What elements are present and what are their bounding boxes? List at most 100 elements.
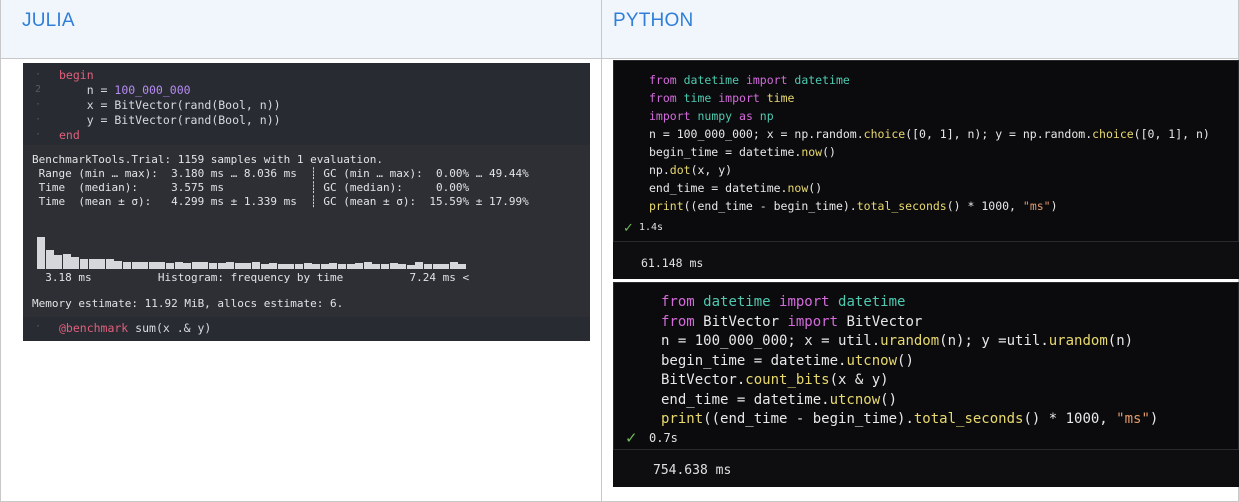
histogram-bar — [140, 262, 149, 269]
code-token: from — [661, 294, 704, 310]
histogram-bar — [148, 262, 157, 269]
histogram-bar — [260, 263, 269, 269]
histogram-bar — [45, 250, 54, 269]
column-divider — [601, 0, 602, 502]
code-token: begin_time = datetime. — [649, 145, 802, 159]
histogram-bar — [209, 262, 217, 269]
code-token: choice — [863, 127, 906, 141]
histogram-bar — [114, 260, 123, 269]
julia-code-text: n = 100_000_000 — [59, 82, 191, 98]
python-code-line: from datetime import datetime — [661, 293, 905, 312]
code-token: BitVector. — [661, 372, 746, 388]
code-token: choice — [1092, 127, 1134, 141]
python-bitvector-exec-time: 0.7s — [649, 431, 678, 445]
julia-benchmark-output: BenchmarkTools.Trial: 1159 samples with … — [23, 145, 590, 317]
histogram-bar — [320, 263, 329, 269]
histogram-bar — [217, 262, 226, 269]
code-token: ((end_time - begin_time). — [703, 411, 914, 427]
python-code-line: import numpy as np — [649, 107, 774, 125]
code-token: datetime — [703, 294, 780, 310]
julia-gutter: · — [35, 99, 42, 110]
histogram-bar — [303, 262, 312, 269]
histogram-bar — [234, 262, 243, 269]
histogram-bar — [200, 262, 209, 269]
code-token: datetime — [683, 73, 746, 87]
histogram-bar — [312, 263, 321, 269]
python-numpy-code-cell: from datetime import datetime from time i… — [613, 60, 1239, 242]
histogram-bar — [295, 263, 303, 269]
code-token: begin_time = datetime. — [661, 352, 847, 369]
julia-histogram-axis: 3.18 ms Histogram: frequency by time 7.2… — [32, 271, 470, 284]
code-token: utcnow — [846, 352, 898, 369]
python-code-line: print((end_time - begin_time).total_seco… — [649, 197, 1058, 215]
code-token: from — [661, 313, 704, 330]
python-numpy-exec-time: 1.4s — [639, 222, 664, 233]
histogram-bar — [252, 262, 260, 269]
header-python: PYTHON — [602, 0, 1238, 58]
code-token: (n); y =util. — [939, 333, 1049, 349]
code-token: ([0, 1], n) — [1133, 127, 1210, 141]
code-token: () * 1000, — [1023, 411, 1117, 427]
code-token: ) — [1050, 199, 1058, 213]
code-token: () — [808, 181, 823, 195]
code-token: dot — [669, 163, 691, 177]
histogram-bar — [105, 258, 114, 269]
code-token: urandom — [1048, 333, 1108, 349]
code-token: from — [649, 91, 684, 105]
histogram-bar — [80, 258, 88, 269]
histogram-bar — [355, 262, 364, 269]
julia-output-line: BenchmarkTools.Trial: 1159 samples with … — [32, 153, 383, 166]
python-code-line: from datetime import datetime — [649, 71, 850, 89]
code-token: x = BitVector(rand(Bool, n)) — [59, 98, 281, 112]
code-token: (x, y) — [690, 163, 733, 177]
julia-code-text: end — [59, 127, 80, 143]
julia-notebook-screenshot: · begin 2 n = 100_000_000 · x = BitVector(r… — [23, 63, 590, 341]
python-code-line: begin_time = datetime.utcnow() — [661, 352, 914, 371]
julia-benchmark-line: @benchmark sum(x .& y) — [59, 321, 211, 335]
code-token: () — [822, 145, 836, 159]
histogram-bar — [183, 262, 192, 269]
histogram-bar — [131, 261, 140, 269]
code-token: as — [739, 109, 760, 123]
histogram-bar — [243, 262, 252, 269]
python-bitvector-result: 754.638 ms — [653, 463, 732, 478]
python-bitvector-screenshot: from datetime import datetime from BitVec… — [613, 282, 1239, 487]
histogram-bar — [88, 258, 97, 269]
code-token: "ms" — [1022, 199, 1051, 213]
python-code-line: end_time = datetime.utcnow() — [661, 391, 897, 410]
code-token: urandom — [880, 333, 940, 349]
julia-gutter: · — [35, 129, 42, 140]
python-numpy-screenshot: from datetime import datetime from time i… — [613, 60, 1239, 279]
histogram-bar — [37, 236, 45, 269]
code-token: () * 1000, — [946, 199, 1023, 213]
python-code-line: begin_time = datetime.now() — [649, 143, 836, 161]
python-code-line: print((end_time - begin_time).total_seco… — [661, 410, 1158, 429]
code-token: import — [745, 73, 795, 87]
python-code-line: end_time = datetime.now() — [649, 179, 822, 197]
histogram-bar — [424, 263, 432, 269]
python-numpy-result: 61.148 ms — [641, 256, 704, 270]
code-token: now — [801, 145, 823, 159]
python-code-line: from time import time — [649, 89, 794, 107]
code-token: begin — [59, 68, 94, 82]
histogram-bar — [329, 262, 338, 269]
code-token: import — [718, 91, 767, 105]
julia-benchmark-cell: · @benchmark sum(x .& y) — [23, 317, 590, 341]
python-bitvector-code-cell: from datetime import datetime from BitVec… — [613, 282, 1239, 450]
check-icon: ✓ — [625, 430, 638, 447]
python-code-line: n = 100_000_000; x = np.random.choice([0… — [649, 125, 1210, 143]
code-token: end_time = datetime. — [649, 181, 788, 195]
code-token: BitVector — [703, 313, 788, 330]
code-token: np. — [649, 163, 670, 177]
code-token: "ms" — [1116, 411, 1150, 427]
histogram-bar — [54, 255, 63, 269]
code-token: np — [759, 109, 774, 123]
header-julia: JULIA — [1, 0, 601, 58]
julia-output-line: Time (mean ± σ): 4.299 ms ± 1.339 ms ┊ G… — [32, 195, 529, 208]
code-token: n = 100_000_000; x = np.random. — [649, 127, 864, 141]
python-code-line: BitVector.count_bits(x & y) — [661, 371, 889, 390]
julia-benchmark-macro: @benchmark — [59, 321, 129, 335]
python-heading: PYTHON — [613, 10, 694, 31]
julia-memory-estimate: Memory estimate: 11.92 MiB, allocs estim… — [32, 297, 344, 310]
code-token: now — [787, 181, 809, 195]
